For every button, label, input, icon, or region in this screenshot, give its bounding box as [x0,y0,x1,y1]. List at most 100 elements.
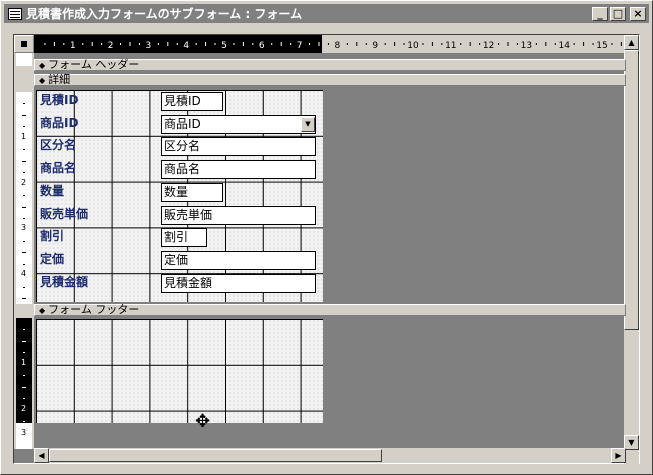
vertical-ruler-tick [23,286,25,288]
control-source-text: 数量 [164,184,189,199]
ruler-tick [176,43,178,45]
control-source-text: 商品名 [164,162,201,177]
vertical-ruler-tick [22,298,26,300]
ruler-number: 7 [297,41,303,51]
ruler-tick [242,42,244,46]
vertical-ruler-tick [23,421,25,423]
ruler-tick [205,42,207,46]
design-surface: 1 2 3 4 5 6 7 8 9 10 11 12 13 14 15 ▲ ▼ 1234 12 3 ◆ フォー… [13,34,640,465]
vertical-ruler-number: 1 [21,357,27,367]
ruler-tick [101,43,103,45]
ruler-number: 3 [146,41,152,51]
ruler-tick [63,43,65,45]
text-box-control[interactable]: 区分名 [161,137,316,157]
field-label[interactable]: 数量 [38,183,148,202]
scroll-right-button[interactable]: ▶ [611,448,626,463]
scroll-up-button[interactable]: ▲ [624,35,639,50]
form-icon[interactable] [8,7,22,20]
horizontal-scroll-thumb[interactable] [49,449,382,462]
vertical-ruler-tick [23,329,25,331]
vertical-ruler-tick [22,160,26,162]
ruler-tick [252,43,254,45]
maximize-button[interactable]: □ [610,6,626,21]
field-label[interactable]: 定価 [38,251,148,270]
field-label[interactable]: 割引 [38,228,148,247]
text-box-control[interactable]: 見積ID [161,92,223,111]
form-header-band[interactable]: ◆ フォーム ヘッダー [34,59,626,71]
field-label[interactable]: 区分名 [38,137,148,156]
vertical-ruler-tick [23,103,25,105]
detail-section-grid[interactable]: 見積ID 見積ID 商品ID 商品ID ▼ 区分名 区分名商品名 商品名数量 数量販売単価 販売単… [36,90,323,302]
footer-section-grid[interactable] [36,319,323,423]
ruler-number: 8 [335,41,341,51]
ruler-tick [403,43,405,45]
ruler-tick [82,43,84,45]
vertical-ruler-tick [23,240,25,242]
text-box-control[interactable]: 販売単価 [161,205,316,225]
field-label[interactable]: 商品ID [38,115,148,134]
footer-ruler-extra: 3 [16,423,32,449]
control-source-text: 区分名 [164,139,201,154]
ruler-tick [309,43,311,45]
title-bar[interactable]: 見積書作成入力フォームのサブフォーム : フォーム _ □ × [4,4,649,23]
text-box-control[interactable]: 数量 [161,182,223,202]
vertical-scrollbar[interactable]: ▲ ▼ [624,35,639,465]
detail-band[interactable]: ◆ 詳細 [34,74,626,86]
ruler-tick [460,43,462,45]
field-label[interactable]: 商品名 [38,160,148,179]
vertical-scroll-thumb[interactable] [624,50,639,330]
scroll-down-button[interactable]: ▼ [624,435,639,450]
vertical-ruler-number: 3 [21,223,27,233]
detail-ruler: 1 2 3 4 [16,92,32,304]
section-selector-arrow-icon: ◆ [39,306,46,315]
ruler-number: 5 [221,41,227,51]
vertical-ruler-tick [23,172,25,174]
ruler-tick [280,42,282,46]
ruler-number: 2 [108,41,114,51]
close-button[interactable]: × [630,6,646,21]
combo-box-control[interactable]: 商品ID ▼ [161,114,316,134]
form-selector[interactable] [14,35,34,53]
ruler-tick [384,43,386,45]
form-footer-label: フォーム フッター [48,303,140,316]
control-source-text: 販売単価 [164,207,213,222]
control-source-text: 商品ID [164,116,201,131]
ruler-number: 10 [407,41,419,51]
vertical-ruler-number: 2 [21,177,27,187]
ruler-tick [479,43,481,45]
control-source-text: 見積金額 [164,275,213,290]
ruler-tick [195,43,197,45]
minimize-button[interactable]: _ [592,6,608,21]
horizontal-ruler[interactable]: 1 2 3 4 5 6 7 8 9 10 11 12 13 14 15 [34,35,626,53]
vertical-ruler-number: 1 [21,131,27,141]
text-box-control[interactable]: 割引 [161,228,207,248]
field-label[interactable]: 見積ID [38,92,148,111]
ruler-tick [271,43,273,45]
ruler-tick [91,42,93,46]
vertical-ruler-tick [23,263,25,265]
ruler-tick [394,42,396,46]
ruler-tick [592,43,594,45]
ruler-tick [431,42,433,46]
text-box-control[interactable]: 商品名 [161,160,316,180]
chevron-down-icon[interactable]: ▼ [301,116,315,132]
ruler-tick [138,43,140,45]
ruler-tick [129,42,131,46]
text-box-control[interactable]: 定価 [161,250,316,270]
field-label[interactable]: 見積金額 [38,274,148,293]
scroll-left-button[interactable]: ◀ [34,448,49,463]
ruler-tick [290,43,292,45]
control-source-text: 割引 [164,230,189,245]
ruler-tick [554,43,556,45]
text-box-control[interactable]: 見積金額 [161,273,316,293]
ruler-number: 15 [596,41,607,51]
vertical-ruler-tick [23,217,25,219]
horizontal-scrollbar[interactable]: ◀ ▶ [34,448,626,463]
form-footer-band[interactable]: ◆ フォーム フッター [34,304,626,316]
ruler-number: 1 [70,41,76,51]
vertical-ruler[interactable]: 1234 12 3 [14,53,34,449]
resize-cursor-icon: ✥ [195,411,211,432]
ruler-tick [441,43,443,45]
form-header-label: フォーム ヘッダー [48,58,140,71]
field-label[interactable]: 販売単価 [38,206,148,225]
